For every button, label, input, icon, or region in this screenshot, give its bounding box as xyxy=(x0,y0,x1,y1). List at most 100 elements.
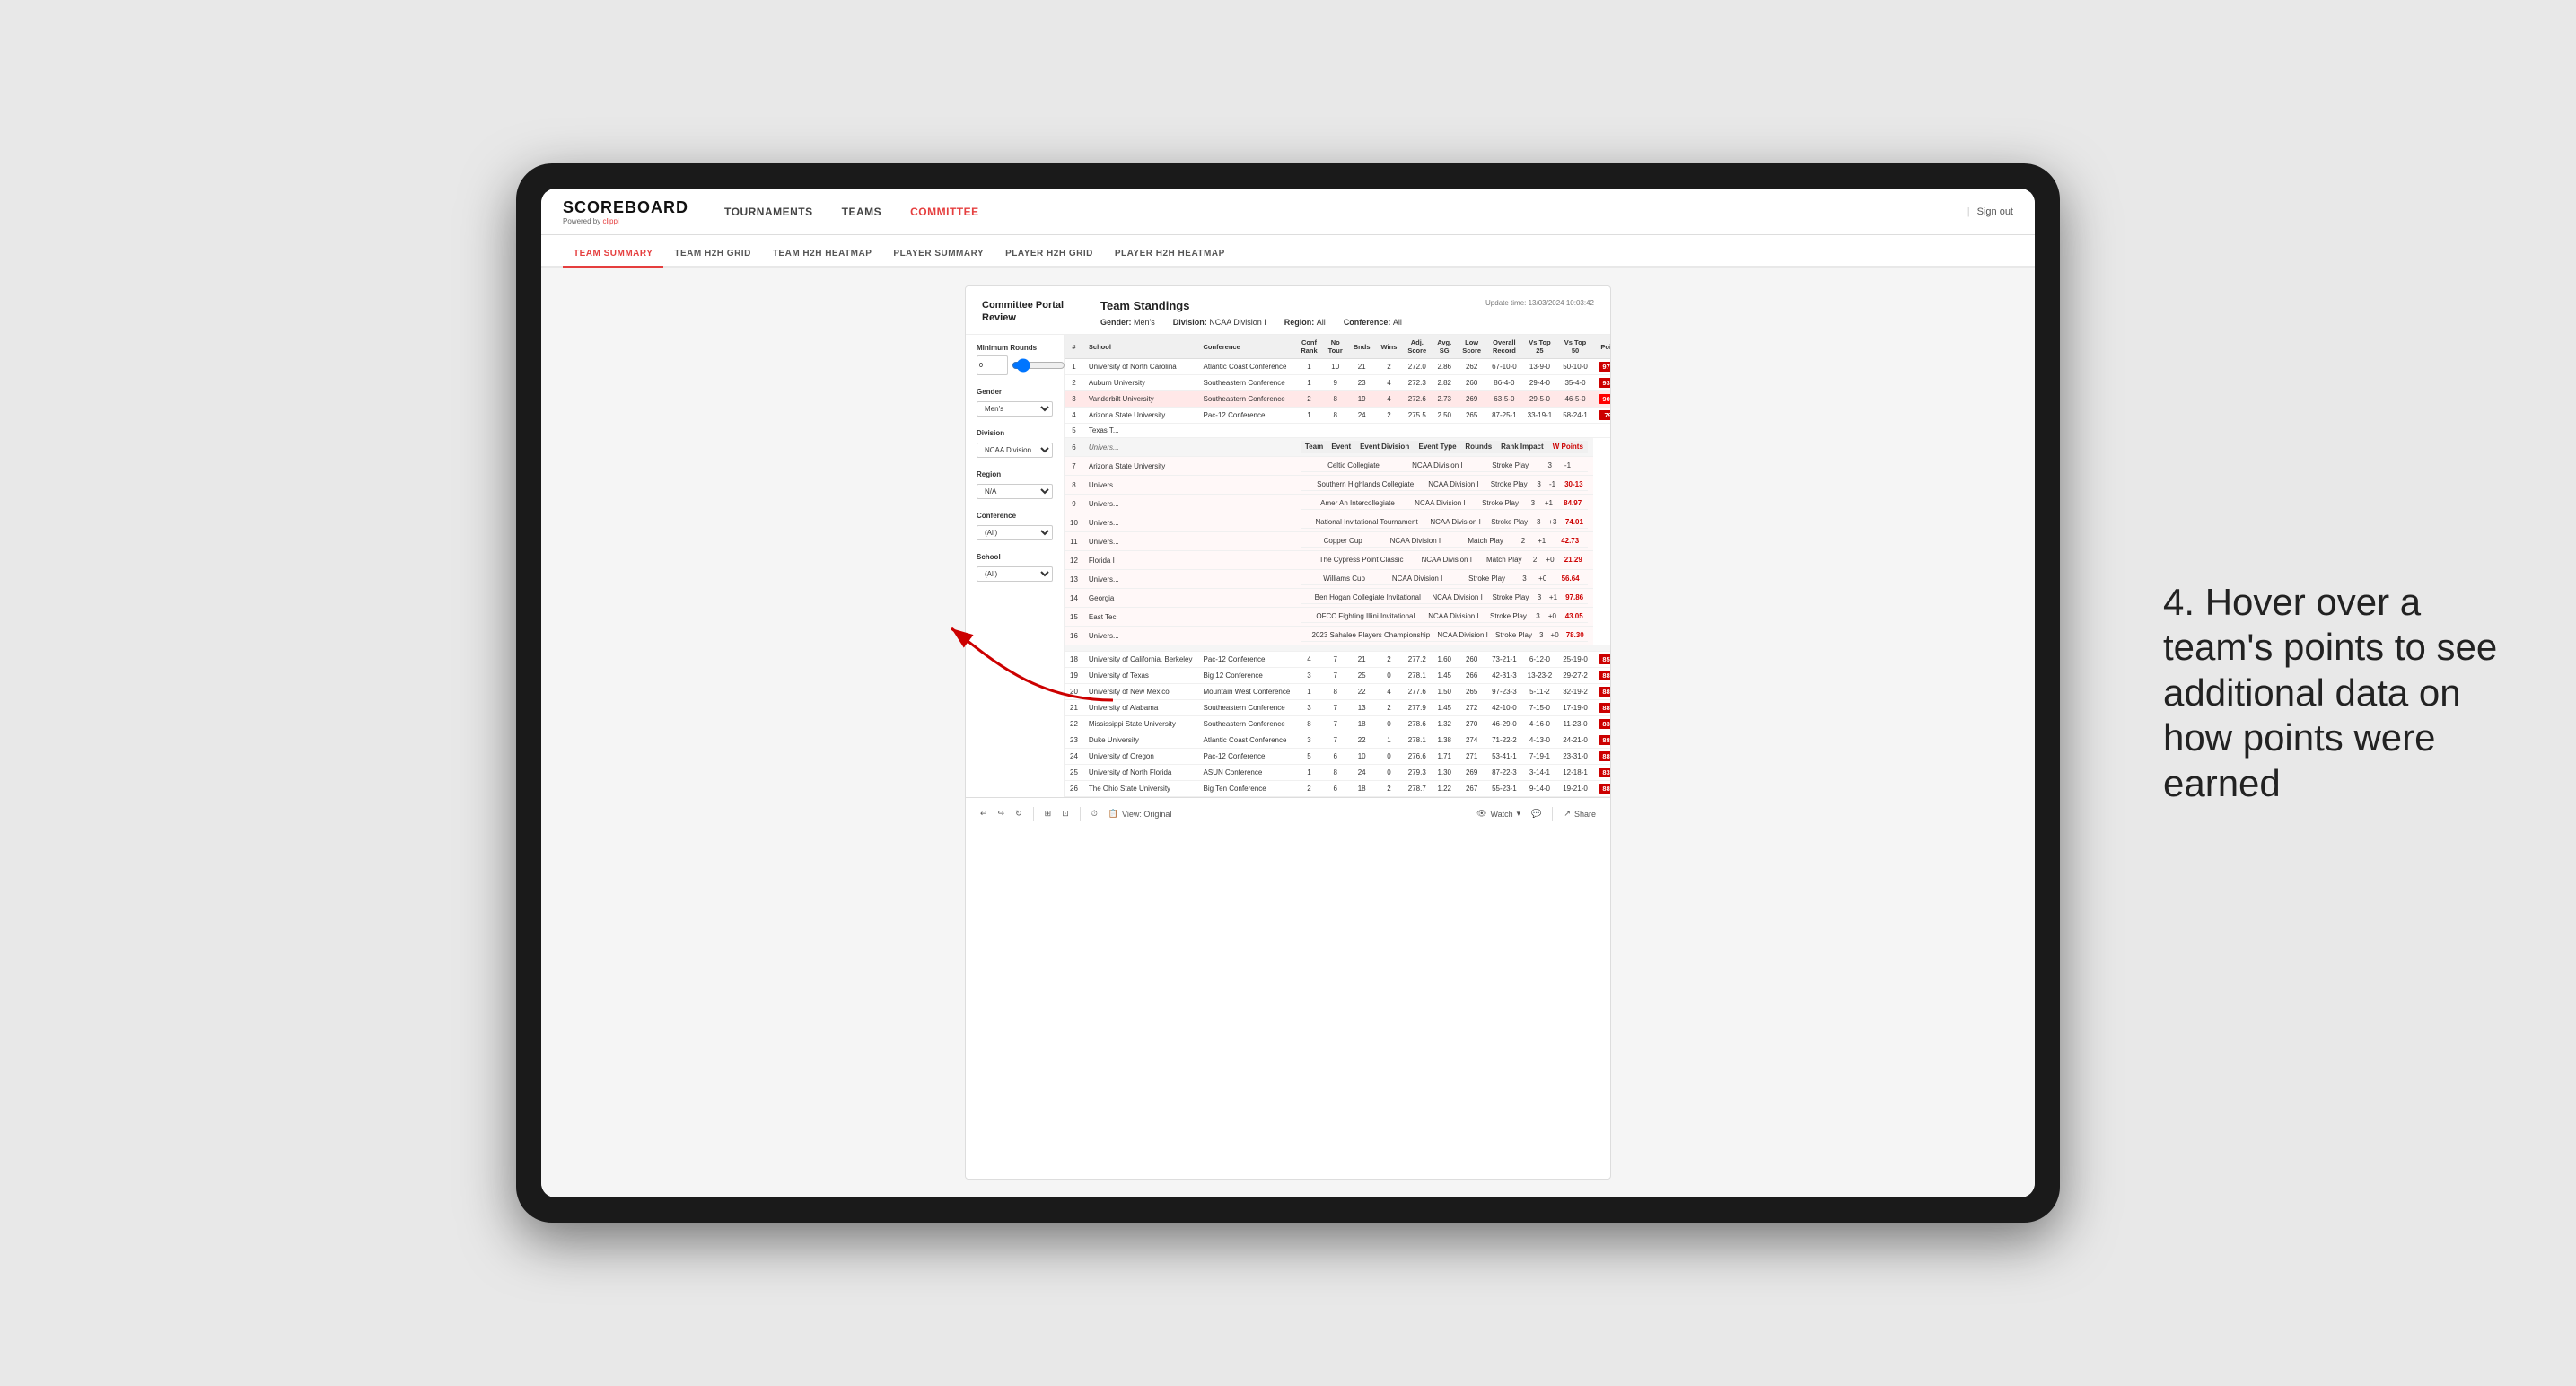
standings-filters: Gender: Men's Division: NCAA Division I … xyxy=(1100,318,1485,327)
table-area: # School Conference ConfRank NoTour Bnds… xyxy=(1065,335,1610,797)
division-select[interactable]: NCAA Division I NCAA Division II NCAA Di… xyxy=(977,443,1053,458)
gender-filter: Gender: Men's xyxy=(1100,318,1155,327)
min-rounds-input[interactable] xyxy=(977,355,1008,375)
table-row: 26 The Ohio State University Big Ten Con… xyxy=(1065,781,1610,797)
col-vs25: Vs Top25 xyxy=(1522,335,1558,359)
table-row: 1 University of North Carolina Atlantic … xyxy=(1065,359,1610,375)
division-group: Division NCAA Division I NCAA Division I… xyxy=(977,429,1053,458)
sub-nav-team-h2h-grid[interactable]: TEAM H2H GRID xyxy=(663,241,761,268)
table-row: 25 University of North Florida ASUN Conf… xyxy=(1065,765,1610,781)
table-row: 4 Arizona State University Pac-12 Confer… xyxy=(1065,408,1610,424)
tablet-device: SCOREBOARD Powered by clippi TOURNAMENTS… xyxy=(516,163,2060,1223)
col-points: Points xyxy=(1593,335,1610,359)
sub-nav-team-h2h-heatmap[interactable]: TEAM H2H HEATMAP xyxy=(762,241,883,268)
nav-tournaments[interactable]: TOURNAMENTS xyxy=(724,202,813,222)
portal-title-block: Committee Portal Review xyxy=(982,299,1090,327)
sidebar-filters: Minimum Rounds Gender Men's W xyxy=(966,335,1065,797)
table-row: 18 University of California, Berkeley Pa… xyxy=(1065,652,1610,668)
logo-subtitle: Powered by clippi xyxy=(563,217,688,225)
table-header-row: # School Conference ConfRank NoTour Bnds… xyxy=(1065,335,1610,359)
table-row: 24 University of Oregon Pac-12 Conferenc… xyxy=(1065,749,1610,765)
col-school: School xyxy=(1083,335,1198,359)
annotation-block: 4. Hover over a team's points to see add… xyxy=(2163,580,2504,806)
portal-body: Minimum Rounds Gender Men's W xyxy=(966,335,1610,797)
school-select[interactable]: (All) xyxy=(977,566,1053,582)
min-rounds-range xyxy=(977,355,1053,375)
annotation-text: 4. Hover over a team's points to see add… xyxy=(2163,580,2504,806)
tooltip-data-row: 13 Univers... Williams CupNCAA Division … xyxy=(1065,570,1610,589)
tooltip-data-row: 16 Univers... 2023 Sahalee Players Champ… xyxy=(1065,627,1610,645)
tooltip-header-row: 6 Univers... Team Event xyxy=(1065,438,1610,457)
paste-button[interactable]: ⊡ xyxy=(1062,809,1069,819)
nav-items: TOURNAMENTS TEAMS COMMITTEE xyxy=(724,202,1967,222)
points-badge: 97.03 xyxy=(1599,362,1610,372)
table-row-highlighted: 3 Vanderbilt University Southeastern Con… xyxy=(1065,391,1610,408)
toolbar-center: 📋 View: Original xyxy=(1108,809,1466,819)
sub-nav: TEAM SUMMARY TEAM H2H GRID TEAM H2H HEAT… xyxy=(541,235,2035,268)
col-low-score: LowScore xyxy=(1457,335,1486,359)
table-row: 23 Duke University Atlantic Coast Confer… xyxy=(1065,732,1610,749)
nav-teams[interactable]: TEAMS xyxy=(842,202,882,222)
redo-button[interactable]: ↪ xyxy=(998,809,1005,819)
refresh-button[interactable]: ↻ xyxy=(1015,809,1022,819)
toolbar-right: 👁 Watch ▾ 💬 ↗ Share xyxy=(1476,807,1596,821)
conference-select[interactable]: (All) xyxy=(977,525,1053,540)
sub-nav-player-h2h-grid[interactable]: PLAYER H2H GRID xyxy=(994,241,1104,268)
undo-button[interactable]: ↩ xyxy=(980,809,987,819)
col-rank: # xyxy=(1065,335,1083,359)
share-button[interactable]: ↗ Share xyxy=(1564,809,1596,819)
gender-group: Gender Men's Women's xyxy=(977,388,1053,417)
portal-header: Committee Portal Review Team Standings G… xyxy=(966,286,1610,335)
school-group: School (All) xyxy=(977,553,1053,582)
col-conf-rank: ConfRank xyxy=(1295,335,1322,359)
portal-title: Committee Portal Review xyxy=(982,299,1090,325)
sub-nav-player-summary[interactable]: PLAYER SUMMARY xyxy=(882,241,994,268)
nav-committee[interactable]: COMMITTEE xyxy=(910,202,979,222)
region-select[interactable]: N/A All East West xyxy=(977,484,1053,499)
tooltip-data-row: 7 Arizona State University Celtic Colleg… xyxy=(1065,457,1610,476)
watch-button[interactable]: 👁 Watch ▾ xyxy=(1476,809,1520,819)
col-overall: OverallRecord xyxy=(1486,335,1522,359)
tooltip-spacer-row xyxy=(1065,645,1610,652)
col-conference: Conference xyxy=(1198,335,1296,359)
points-badge-highlighted: 90.20 xyxy=(1599,394,1610,404)
region-label: Region xyxy=(977,470,1053,478)
gender-label: Gender xyxy=(977,388,1053,396)
gender-select[interactable]: Men's Women's xyxy=(977,401,1053,417)
col-vs50: Vs Top50 xyxy=(1557,335,1593,359)
app-logo: SCOREBOARD Powered by clippi xyxy=(563,198,688,225)
main-content: Committee Portal Review Team Standings G… xyxy=(541,268,2035,1197)
tooltip-data-row: 8 Univers... Southern Highlands Collegia… xyxy=(1065,476,1610,495)
sign-out-link[interactable]: Sign out xyxy=(1977,206,2013,217)
tooltip-data-row: 9 Univers... Amer An IntercollegiateNCAA… xyxy=(1065,495,1610,513)
region-group: Region N/A All East West xyxy=(977,470,1053,499)
standings-title: Team Standings xyxy=(1100,299,1485,312)
tooltip-data-row: 10 Univers... National Invitational Tour… xyxy=(1065,513,1610,532)
tooltip-data-row: 11 Univers... Copper CupNCAA Division IM… xyxy=(1065,532,1610,551)
table-row: 21 University of Alabama Southeastern Co… xyxy=(1065,700,1610,716)
points-badge: 93.31 xyxy=(1599,378,1610,388)
info-button[interactable]: ⏱ xyxy=(1091,809,1098,819)
col-wins: Wins xyxy=(1376,335,1403,359)
view-original-button[interactable]: 📋 View: Original xyxy=(1108,809,1466,819)
portal-standings-header: Team Standings Gender: Men's Division: N… xyxy=(1090,299,1485,327)
top-nav: SCOREBOARD Powered by clippi TOURNAMENTS… xyxy=(541,189,2035,235)
conference-label: Conference xyxy=(977,512,1053,520)
sub-nav-team-summary[interactable]: TEAM SUMMARY xyxy=(563,241,663,268)
col-bnds: Bnds xyxy=(1348,335,1376,359)
table-row: 22 Mississippi State University Southeas… xyxy=(1065,716,1610,732)
min-rounds-slider[interactable] xyxy=(1012,355,1065,375)
region-filter: Region: All xyxy=(1284,318,1326,327)
nav-right: | Sign out xyxy=(1967,206,2013,217)
table-row: 20 University of New Mexico Mountain Wes… xyxy=(1065,684,1610,700)
division-label: Division xyxy=(977,429,1053,437)
portal-container: Committee Portal Review Team Standings G… xyxy=(541,268,2035,1197)
conference-group: Conference (All) xyxy=(977,512,1053,540)
copy-button[interactable]: ⊞ xyxy=(1045,809,1052,819)
sub-nav-player-h2h-heatmap[interactable]: PLAYER H2H HEATMAP xyxy=(1104,241,1236,268)
table-row: 2 Auburn University Southeastern Confere… xyxy=(1065,375,1610,391)
comment-button[interactable]: 💬 xyxy=(1531,809,1541,819)
table-row: 19 University of Texas Big 12 Conference… xyxy=(1065,668,1610,684)
min-rounds-group: Minimum Rounds xyxy=(977,344,1053,375)
tooltip-data-row: 15 East Tec OFCC Fighting Illini Invitat… xyxy=(1065,608,1610,627)
